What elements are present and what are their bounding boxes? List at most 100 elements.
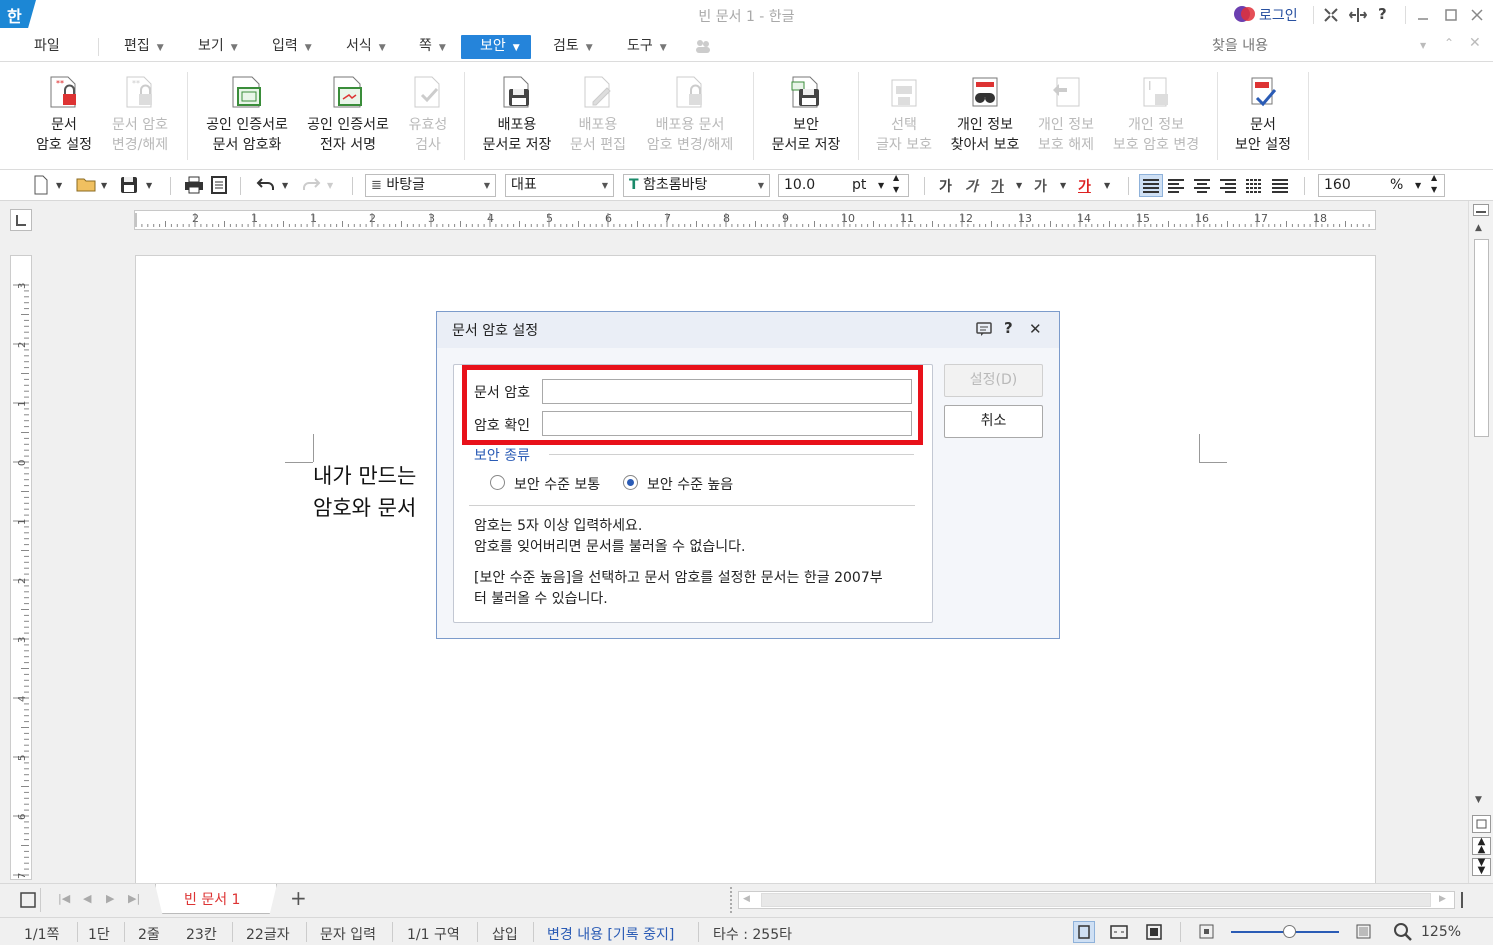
spinner-icon[interactable]: ▲ ▼ bbox=[1431, 172, 1437, 196]
font-select[interactable]: T 함초롬바탕 ▼ bbox=[623, 174, 770, 197]
chevron-down-icon[interactable]: ▼ bbox=[282, 181, 288, 190]
language-select[interactable]: 대표 ▼ bbox=[505, 174, 614, 197]
distribute-password-button[interactable]: 배포용 문서 암호 변경/해제 bbox=[638, 74, 742, 155]
align-distribute-icon[interactable] bbox=[1243, 175, 1265, 200]
chevron-down-icon[interactable]: ▼ bbox=[1420, 41, 1426, 50]
chevron-down-icon[interactable]: ▼ bbox=[1104, 181, 1110, 190]
chevron-down-icon[interactable]: ▼ bbox=[56, 181, 62, 190]
status-track-changes[interactable]: 변경 내용 [기록 중지] bbox=[547, 924, 674, 944]
scroll-right-icon[interactable]: ▶ bbox=[1439, 894, 1446, 904]
cert-sign-button[interactable]: 공인 인증서로 전자 서명 bbox=[301, 74, 395, 155]
underline-icon[interactable]: 가 bbox=[991, 176, 1004, 196]
font-size-input[interactable]: 10.0 pt ▼ ▲ ▼ bbox=[778, 172, 909, 197]
hscroll-thumb[interactable] bbox=[761, 893, 1431, 907]
next-page-icon[interactable]: ▼ ▼ bbox=[1472, 858, 1491, 876]
vertical-ruler[interactable]: 3 2 1 0 1 2 3 4 5 6 7 bbox=[10, 255, 32, 880]
sheet-view-icon[interactable] bbox=[20, 892, 36, 912]
full-view-icon[interactable] bbox=[1144, 922, 1164, 946]
chevron-down-icon[interactable]: ▼ bbox=[101, 181, 107, 190]
font-color-icon[interactable]: 가 bbox=[1078, 176, 1091, 196]
menu-edit[interactable]: 편집 ▼ bbox=[118, 35, 170, 59]
people-icon[interactable] bbox=[694, 38, 712, 58]
horizontal-ruler[interactable]: 21123456789101112131415161718 bbox=[134, 210, 1376, 230]
menu-review[interactable]: 검토 ▼ bbox=[547, 35, 599, 59]
find-privacy-button[interactable]: 개인 정보 찾아서 보호 bbox=[944, 74, 1026, 155]
bold-icon[interactable]: 가 bbox=[939, 176, 952, 196]
doc-password-set-button[interactable]: ** 문서 암호 설정 bbox=[28, 74, 100, 155]
style-select[interactable]: ≣ 바탕글 ▼ bbox=[365, 174, 496, 197]
menu-view[interactable]: 보기 ▼ bbox=[192, 35, 244, 59]
help-icon[interactable]: ? bbox=[1378, 5, 1387, 23]
normal-view-icon[interactable] bbox=[1073, 921, 1095, 943]
zoom-fit-icon[interactable] bbox=[1198, 923, 1216, 945]
chevron-down-icon[interactable]: ▼ bbox=[327, 181, 333, 190]
chevron-down-icon[interactable]: ▼ bbox=[1016, 181, 1022, 190]
redo-icon[interactable] bbox=[301, 176, 321, 196]
maximize-icon[interactable] bbox=[1444, 8, 1458, 26]
split-handle-icon[interactable] bbox=[1461, 892, 1463, 908]
menu-format[interactable]: 서식 ▼ bbox=[340, 35, 392, 59]
validate-button[interactable]: 유효성 검사 bbox=[402, 74, 454, 155]
fullscreen-icon[interactable] bbox=[1323, 7, 1339, 27]
web-view-icon[interactable] bbox=[1109, 922, 1129, 946]
print-icon[interactable] bbox=[184, 176, 204, 198]
page-view-icon[interactable] bbox=[1472, 815, 1491, 833]
open-folder-icon[interactable] bbox=[76, 176, 96, 196]
menu-tools[interactable]: 도구 ▼ bbox=[621, 35, 673, 59]
edit-distribute-button[interactable]: 배포용 문서 편집 bbox=[565, 74, 631, 155]
protect-chars-button[interactable]: 선택 글자 보호 bbox=[870, 74, 938, 155]
last-tab-icon[interactable]: ▶| bbox=[128, 892, 140, 905]
scroll-left-icon[interactable]: ◀ bbox=[743, 894, 750, 904]
doc-security-settings-button[interactable]: 문서 보안 설정 bbox=[1228, 74, 1298, 155]
spinner-icon[interactable]: ▲ ▼ bbox=[893, 172, 899, 196]
comment-icon[interactable] bbox=[976, 321, 992, 341]
save-secure-button[interactable]: 보안 문서로 저장 bbox=[764, 74, 848, 155]
cancel-button[interactable]: 취소 bbox=[944, 405, 1043, 438]
login-link[interactable]: 로그인 bbox=[1259, 5, 1298, 25]
split-view-icon[interactable] bbox=[1473, 204, 1489, 216]
align-right-icon[interactable] bbox=[1217, 175, 1239, 200]
set-button[interactable]: 설정(D) bbox=[944, 364, 1043, 397]
status-zoom-level[interactable]: 125% bbox=[1421, 924, 1461, 940]
search-input[interactable] bbox=[1212, 34, 1436, 58]
user-avatar-icon[interactable] bbox=[1234, 5, 1256, 23]
zoom-magnifier-icon[interactable] bbox=[1393, 922, 1413, 946]
scroll-down-icon[interactable]: ▼ bbox=[1475, 795, 1482, 805]
new-document-icon[interactable] bbox=[33, 175, 49, 199]
zoom-input[interactable]: 160 % ▼ ▲ ▼ bbox=[1318, 172, 1445, 197]
align-left-icon[interactable] bbox=[1165, 175, 1187, 200]
prev-tab-icon[interactable]: ◀ bbox=[83, 892, 91, 905]
next-tab-icon[interactable]: ▶ bbox=[106, 892, 114, 905]
close-search-icon[interactable]: ✕ bbox=[1469, 35, 1481, 51]
doc-tab[interactable]: 빈 문서 1 bbox=[155, 884, 277, 914]
privacy-password-button[interactable]: I 개인 정보 보호 암호 변경 bbox=[1106, 74, 1206, 155]
preview-icon[interactable] bbox=[210, 176, 228, 198]
zoom-slider-thumb[interactable] bbox=[1283, 925, 1296, 938]
radio-high[interactable] bbox=[623, 475, 638, 490]
scroll-thumb[interactable] bbox=[1474, 239, 1489, 437]
save-distribute-button[interactable]: 배포용 문서로 저장 bbox=[476, 74, 558, 155]
menu-security[interactable]: 보안 ▼ bbox=[461, 35, 531, 59]
status-insert-mode[interactable]: 삽입 bbox=[492, 924, 518, 944]
save-icon[interactable] bbox=[120, 176, 138, 198]
horizontal-scrollbar[interactable]: ◀ ▶ bbox=[738, 891, 1455, 909]
app-logo[interactable]: 한 bbox=[0, 0, 36, 28]
minimize-icon[interactable] bbox=[1416, 8, 1430, 26]
prev-page-icon[interactable]: ▲ ▲ bbox=[1472, 837, 1491, 855]
scroll-up-icon[interactable]: ▲ bbox=[1475, 223, 1482, 233]
undo-icon[interactable] bbox=[256, 176, 276, 196]
strikethrough-icon[interactable]: 가 bbox=[1034, 176, 1047, 196]
menu-insert[interactable]: 입력 ▼ bbox=[266, 35, 318, 59]
chevron-down-icon[interactable]: ▼ bbox=[146, 181, 152, 190]
chevron-up-icon[interactable]: ⌃ bbox=[1444, 36, 1454, 50]
unprotect-privacy-button[interactable]: 개인 정보 보호 해제 bbox=[1032, 74, 1100, 155]
menu-file[interactable]: 파일 bbox=[28, 35, 66, 59]
italic-icon[interactable]: 가 bbox=[965, 176, 978, 196]
add-tab-button[interactable]: + bbox=[290, 886, 307, 910]
close-icon[interactable]: ✕ bbox=[1029, 320, 1042, 338]
radio-normal[interactable] bbox=[490, 475, 505, 490]
radio-high-label[interactable]: 보안 수준 높음 bbox=[647, 474, 733, 494]
document-text[interactable]: 내가 만드는 암호와 문서 bbox=[313, 460, 416, 524]
splitter-handle[interactable] bbox=[730, 887, 732, 913]
status-input-mode[interactable]: 문자 입력 bbox=[320, 924, 376, 944]
